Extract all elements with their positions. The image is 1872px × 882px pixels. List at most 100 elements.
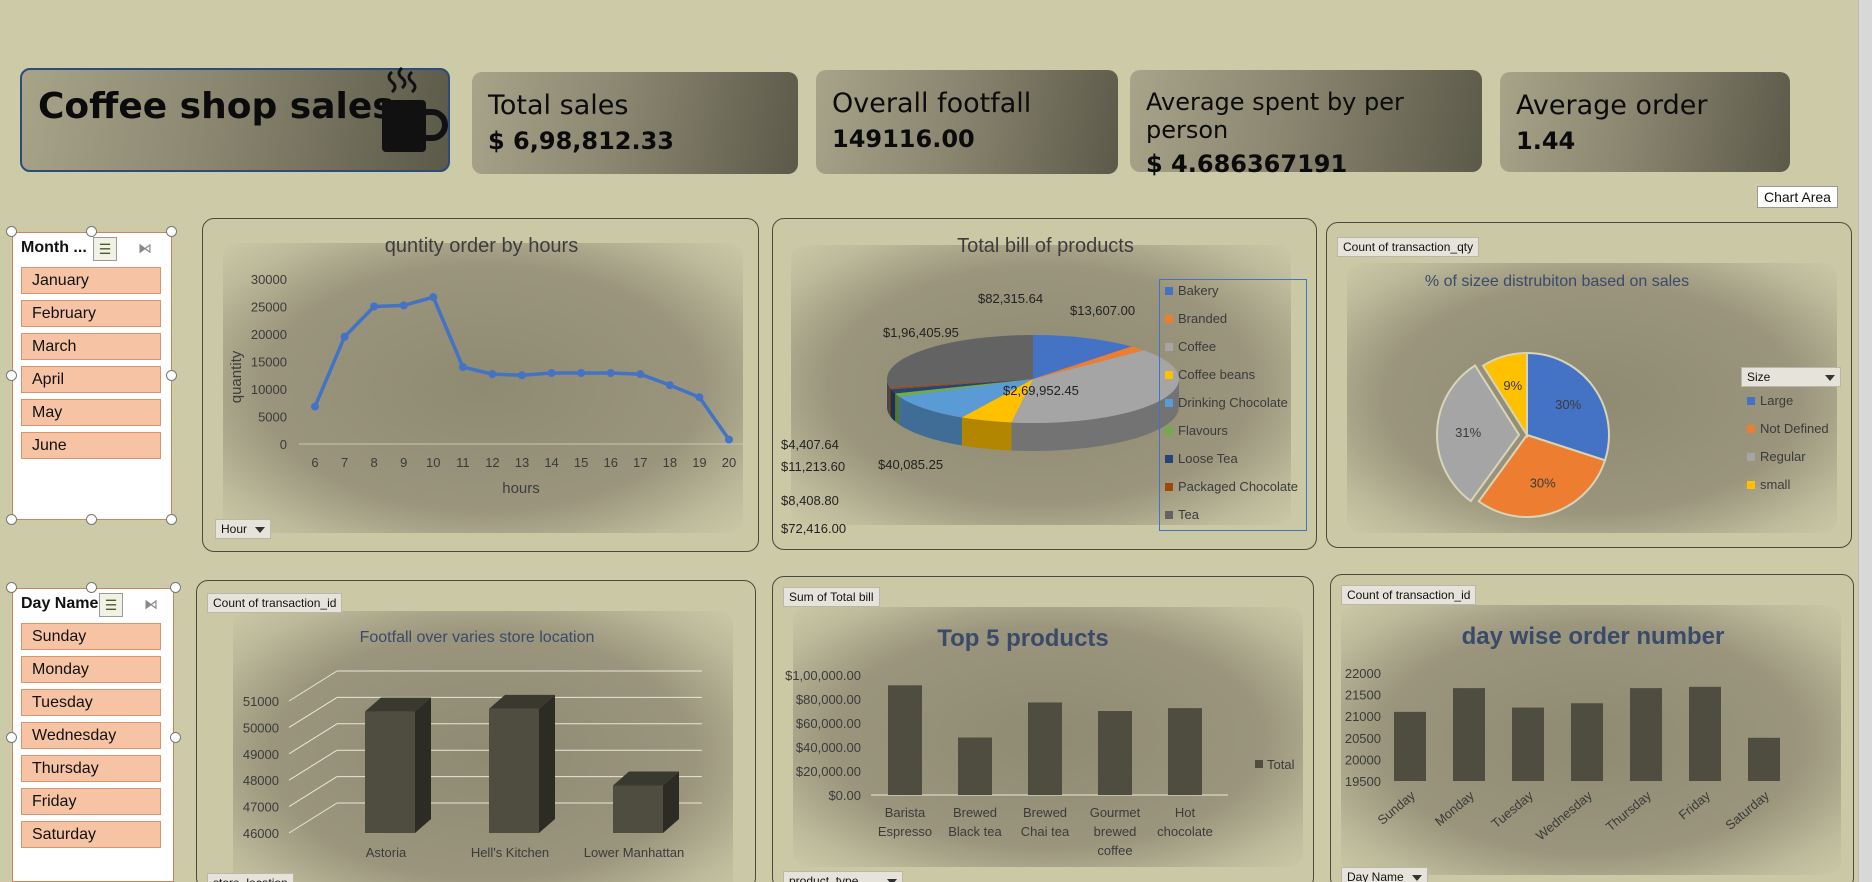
multi-select-icon[interactable]: ☰ xyxy=(99,593,123,617)
bar xyxy=(613,785,663,833)
resize-handle[interactable] xyxy=(6,514,17,525)
category-label: Espresso xyxy=(878,824,932,839)
legend-label: Coffee beans xyxy=(1178,367,1256,382)
daywise-chart-panel[interactable]: Count of transaction_id day wise order n… xyxy=(1330,574,1854,882)
legend-entry: small xyxy=(1747,477,1790,492)
top5-chart-panel[interactable]: Sum of Total bill Top 5 products $1,00,0… xyxy=(772,576,1314,882)
coffee-cup-icon xyxy=(382,66,448,152)
size-chart-panel[interactable]: Count of transaction_qty % of sizee dist… xyxy=(1326,222,1852,548)
category-label: Saturday xyxy=(1722,787,1772,832)
data-point xyxy=(665,381,674,390)
slicer-item-day[interactable]: Sunday xyxy=(21,623,161,650)
day-name-button[interactable]: Day Name xyxy=(1341,867,1428,882)
tick-label: 13 xyxy=(515,455,529,470)
pie-slice-side xyxy=(891,389,896,422)
footfall-chart-panel[interactable]: Count of transaction_id Footfall over va… xyxy=(196,580,756,882)
legend-entry: Not Defined xyxy=(1747,421,1829,436)
gridline xyxy=(288,776,338,808)
data-point xyxy=(488,370,497,379)
vertical-scrollbar[interactable] xyxy=(1858,0,1872,882)
tick-label: 9 xyxy=(400,455,407,470)
slicer-header: Day Name xyxy=(21,595,99,612)
slicer-item-month[interactable]: March xyxy=(21,333,161,360)
bar xyxy=(1630,688,1662,781)
slicer-item-month[interactable]: February xyxy=(21,300,161,327)
legend-label: Total xyxy=(1267,757,1295,772)
clear-filter-icon[interactable]: ⧑ xyxy=(139,593,163,617)
axis-label-x: hours xyxy=(502,480,540,497)
product-type-button[interactable]: product_type xyxy=(783,871,903,882)
tick-label: 30000 xyxy=(251,272,287,287)
tick-label: 19 xyxy=(692,455,706,470)
resize-handle[interactable] xyxy=(86,582,97,593)
slicer-item-day[interactable]: Thursday xyxy=(21,755,161,782)
clear-filter-icon[interactable]: ⧑ xyxy=(133,237,157,261)
bill-chart-panel[interactable]: Total bill of products $82,315.64 $13,607… xyxy=(772,218,1317,550)
tick-label: $60,000.00 xyxy=(796,716,861,731)
top5-bar-chart: $1,00,000.00 $80,000.00 $60,000.00 $40,000.… xyxy=(785,668,1295,858)
dashboard-title: Coffee shop sales xyxy=(38,86,394,127)
slicer-item-month[interactable]: January xyxy=(21,267,161,294)
slicer-item-day[interactable]: Monday xyxy=(21,656,161,683)
data-point xyxy=(429,293,438,302)
filter-label: product_type xyxy=(789,874,859,882)
resize-handle[interactable] xyxy=(166,370,177,381)
slicer-item-month[interactable]: April xyxy=(21,366,161,393)
category-label: coffee xyxy=(1097,843,1132,858)
slicer-item-day[interactable]: Tuesday xyxy=(21,689,161,716)
legend-label: Large xyxy=(1760,393,1794,408)
resize-handle[interactable] xyxy=(166,514,177,525)
resize-handle[interactable] xyxy=(86,226,97,237)
data-label: $72,416.00 xyxy=(781,521,846,536)
tick-label: 25000 xyxy=(251,300,287,315)
legend-entry: Drinking Chocolate xyxy=(1165,395,1288,410)
hour-filter-button[interactable]: Hour xyxy=(215,519,272,539)
resize-handle[interactable] xyxy=(6,582,17,593)
kpi-value: 149116.00 xyxy=(832,125,975,153)
resize-handle[interactable] xyxy=(86,514,97,525)
data-point xyxy=(695,393,704,402)
data-label: $11,213.60 xyxy=(781,459,845,474)
series-line xyxy=(313,295,731,441)
tick-label: $1,00,000.00 xyxy=(785,668,861,683)
resize-handle[interactable] xyxy=(166,226,177,237)
gridline xyxy=(288,802,338,834)
tick-label: 15 xyxy=(574,455,588,470)
slicer-item-month[interactable]: May xyxy=(21,399,161,426)
legend-entry: Coffee beans xyxy=(1165,367,1255,382)
gridline xyxy=(288,723,338,755)
kpi-total-sales: Total sales $ 6,98,812.33 xyxy=(472,72,798,174)
data-point xyxy=(725,435,733,444)
bar xyxy=(365,711,415,833)
tick-label: 17 xyxy=(633,455,647,470)
category-label: Hot xyxy=(1175,805,1196,820)
slicer-item-day[interactable]: Friday xyxy=(21,788,161,815)
tick-label: 5000 xyxy=(258,410,287,425)
legend-label: Regular xyxy=(1760,449,1806,464)
day-slicer[interactable]: Day Name ☰ ⧑ Sunday Monday Tuesday Wedne… xyxy=(12,588,174,882)
category-label: Tuesday xyxy=(1488,787,1536,831)
category-label: Lower Manhattan xyxy=(584,845,684,860)
resize-handle[interactable] xyxy=(6,732,17,743)
slicer-item-day[interactable]: Wednesday xyxy=(21,722,161,749)
slicer-item-day[interactable]: Saturday xyxy=(21,821,161,848)
tick-label: 11 xyxy=(456,455,470,470)
hours-chart-panel[interactable]: quntity order by hours quantity hours 30… xyxy=(202,218,759,552)
resize-handle[interactable] xyxy=(6,226,17,237)
slicer-item-month[interactable]: June xyxy=(21,432,161,459)
legend-label: small xyxy=(1760,477,1791,492)
data-point xyxy=(340,332,349,341)
data-point xyxy=(399,301,408,310)
bar xyxy=(1098,711,1132,795)
bar xyxy=(1453,688,1485,781)
month-slicer[interactable]: Month ... ☰ ⧑ January February March Apr… xyxy=(12,232,172,520)
resize-handle[interactable] xyxy=(170,732,181,743)
resize-handle[interactable] xyxy=(6,370,17,381)
gridline xyxy=(288,696,338,728)
tick-label: 7 xyxy=(341,455,348,470)
resize-handle[interactable] xyxy=(170,582,181,593)
multi-select-icon[interactable]: ☰ xyxy=(93,237,117,261)
footfall-bar-chart: 51000 50000 49000 48000 47000 46000 Astoria Hel… xyxy=(243,670,702,860)
store-location-button[interactable]: store_location xyxy=(207,873,294,882)
size-legend-filter[interactable]: Size xyxy=(1741,367,1841,387)
